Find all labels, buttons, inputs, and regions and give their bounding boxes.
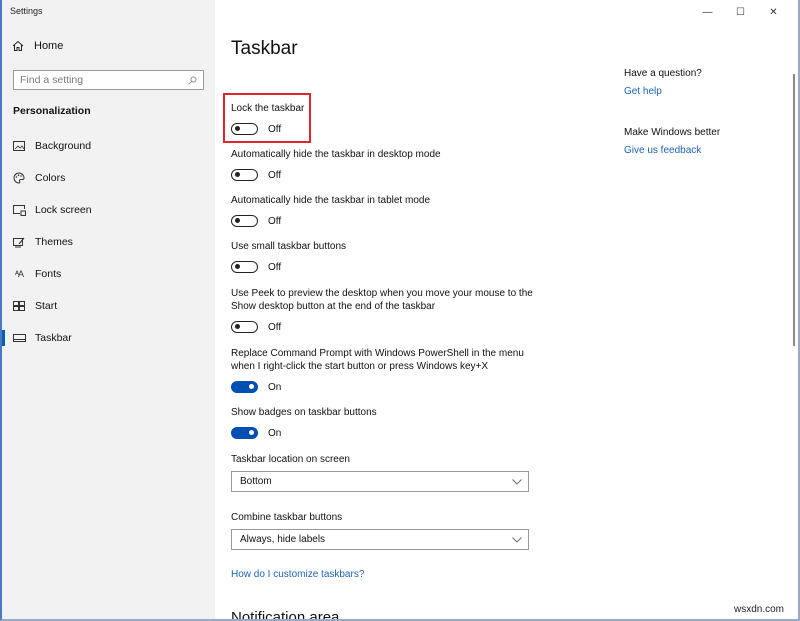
location-setting: Taskbar location on screen Bottom: [231, 453, 541, 511]
toggle-state: Off: [268, 215, 282, 227]
scrollbar[interactable]: [793, 74, 795, 346]
location-dropdown[interactable]: Bottom: [231, 471, 529, 492]
home-icon: [12, 40, 24, 51]
palette-icon: [12, 171, 26, 185]
location-label: Taskbar location on screen: [231, 454, 350, 465]
minimize-button[interactable]: —: [691, 2, 724, 22]
sidebar-item-label: Background: [35, 140, 92, 152]
sidebar-item-label: Themes: [35, 236, 73, 248]
sidebar-item-label: Fonts: [35, 268, 62, 280]
setting-peek: Use Peek to preview the desktop when you…: [231, 287, 541, 347]
sidebar-item-fonts[interactable]: ᴬA Fonts: [2, 258, 215, 290]
window-controls: — ☐ ✕: [691, 2, 790, 22]
maximize-button[interactable]: ☐: [724, 2, 757, 22]
sidebar-nav: Background Colors Lock screen Themes ᴬA …: [2, 130, 215, 354]
setting-powershell: Replace Command Prompt with Windows Powe…: [231, 347, 541, 406]
question-heading: Have a question?: [624, 68, 702, 79]
badges-toggle[interactable]: [231, 427, 258, 439]
fonts-icon: ᴬA: [14, 269, 24, 279]
sidebar-item-start[interactable]: Start: [2, 290, 215, 322]
toggle-state: Off: [268, 123, 282, 135]
app-title: Settings: [10, 6, 43, 16]
chevron-down-icon: [512, 478, 522, 485]
sidebar-item-label: Taskbar: [35, 332, 72, 344]
chevron-down-icon: [512, 536, 522, 543]
powershell-toggle[interactable]: [231, 381, 258, 393]
better-heading: Make Windows better: [624, 127, 721, 138]
settings-list: Lock the taskbar Off Automatically hide …: [231, 102, 541, 580]
toggle-knob: [249, 430, 254, 435]
close-button[interactable]: ✕: [757, 2, 790, 22]
setting-label: Show badges on taskbar buttons: [231, 407, 377, 418]
combine-label: Combine taskbar buttons: [231, 512, 343, 523]
section-title: Personalization: [13, 105, 91, 117]
toggle-knob: [235, 264, 240, 269]
autohide-tablet-toggle[interactable]: [231, 215, 258, 227]
combine-dropdown[interactable]: Always, hide labels: [231, 529, 529, 550]
lock-screen-icon: [12, 203, 26, 217]
toggle-knob: [235, 172, 240, 177]
sidebar-item-colors[interactable]: Colors: [2, 162, 215, 194]
themes-icon: [12, 235, 26, 249]
toggle-knob: [235, 126, 240, 131]
background-icon: [12, 139, 26, 153]
home-label: Home: [34, 40, 64, 52]
setting-label: Lock the taskbar: [231, 103, 305, 114]
sidebar-item-label: Colors: [35, 172, 66, 184]
setting-badges: Show badges on taskbar buttons On: [231, 406, 541, 453]
sidebar: Settings Home Personalization Background…: [2, 0, 215, 619]
setting-label: Use small taskbar buttons: [231, 241, 347, 252]
combine-value: Always, hide labels: [240, 534, 326, 545]
sidebar-item-themes[interactable]: Themes: [2, 226, 215, 258]
settings-window: Settings Home Personalization Background…: [0, 0, 800, 621]
location-value: Bottom: [240, 476, 272, 487]
lock-taskbar-toggle[interactable]: [231, 123, 258, 135]
notification-area-heading: Notification area: [231, 609, 340, 621]
sidebar-item-background[interactable]: Background: [2, 130, 215, 162]
toggle-knob: [235, 218, 240, 223]
setting-label: Use Peek to preview the desktop when you…: [231, 288, 533, 312]
help-aside: Have a question? Get help Make Windows b…: [624, 68, 784, 156]
setting-label: Automatically hide the taskbar in tablet…: [231, 195, 430, 206]
customize-help-link[interactable]: How do I customize taskbars?: [231, 569, 541, 580]
toggle-state: Off: [268, 321, 282, 333]
sidebar-item-taskbar[interactable]: Taskbar: [2, 322, 215, 354]
small-buttons-toggle[interactable]: [231, 261, 258, 273]
get-help-link[interactable]: Get help: [624, 86, 784, 97]
start-icon: [12, 299, 26, 313]
combine-setting: Combine taskbar buttons Always, hide lab…: [231, 511, 541, 569]
search-box[interactable]: [13, 70, 204, 90]
toggle-state: Off: [268, 261, 282, 273]
search-input[interactable]: [20, 74, 188, 86]
autohide-desktop-toggle[interactable]: [231, 169, 258, 181]
watermark: wsxdn.com: [733, 604, 784, 615]
home-nav[interactable]: Home: [12, 40, 63, 52]
toggle-state: Off: [268, 169, 282, 181]
toggle-knob: [249, 384, 254, 389]
setting-lock-taskbar: Lock the taskbar Off: [231, 102, 541, 148]
setting-label: Replace Command Prompt with Windows Powe…: [231, 348, 524, 372]
sidebar-item-label: Lock screen: [35, 204, 92, 216]
feedback-link[interactable]: Give us feedback: [624, 145, 784, 156]
toggle-state: On: [268, 381, 282, 393]
taskbar-icon: [12, 331, 26, 345]
sidebar-item-lock-screen[interactable]: Lock screen: [2, 194, 215, 226]
page-title: Taskbar: [231, 38, 298, 59]
peek-toggle[interactable]: [231, 321, 258, 333]
toggle-knob: [235, 324, 240, 329]
setting-autohide-tablet: Automatically hide the taskbar in tablet…: [231, 194, 541, 240]
setting-label: Automatically hide the taskbar in deskto…: [231, 149, 441, 160]
main-panel: — ☐ ✕ Taskbar Lock the taskbar Off Autom…: [215, 0, 798, 619]
sidebar-item-label: Start: [35, 300, 58, 312]
toggle-state: On: [268, 427, 282, 439]
setting-small-buttons: Use small taskbar buttons Off: [231, 240, 541, 287]
setting-autohide-desktop: Automatically hide the taskbar in deskto…: [231, 148, 541, 194]
search-icon[interactable]: [188, 75, 197, 85]
